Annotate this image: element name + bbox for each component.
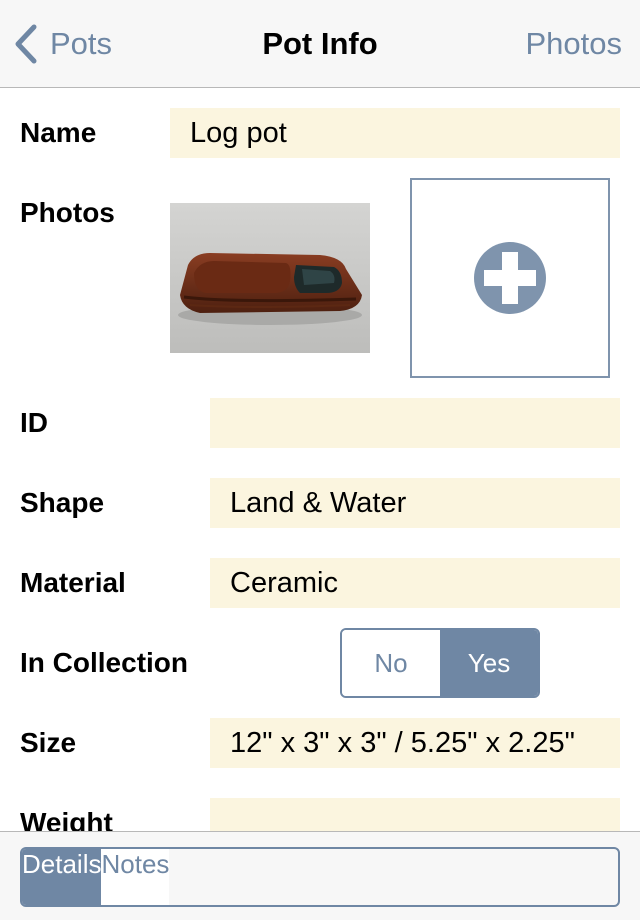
tab-details[interactable]: Details: [22, 849, 102, 905]
pot-details-form: Name Log pot Photos ID Shape Land & Wate…: [0, 89, 640, 831]
weight-field[interactable]: [210, 798, 620, 831]
back-button[interactable]: Pots: [14, 22, 112, 66]
tab-notes[interactable]: Notes: [101, 849, 170, 905]
in-collection-yes-option[interactable]: Yes: [440, 630, 538, 696]
in-collection-toggle: No Yes: [340, 628, 540, 698]
bottom-toolbar: Details Notes: [0, 831, 640, 920]
details-notes-segmented-control: Details Notes: [20, 847, 620, 907]
photos-button[interactable]: Photos: [525, 22, 622, 66]
id-label: ID: [20, 407, 48, 438]
add-photo-button[interactable]: [410, 178, 610, 378]
shape-label: Shape: [20, 487, 105, 518]
in-collection-label: In Collection: [20, 647, 188, 678]
weight-label: Weight: [20, 807, 113, 831]
pot-photo-image: [170, 203, 370, 353]
name-field[interactable]: Log pot: [170, 108, 620, 158]
in-collection-no-option[interactable]: No: [342, 630, 440, 696]
back-button-label: Pots: [50, 26, 113, 61]
name-label: Name: [20, 117, 97, 148]
navigation-bar: Pots Pot Info Photos: [0, 0, 640, 88]
id-field[interactable]: [210, 398, 620, 448]
plus-circle-icon: [474, 242, 546, 314]
chevron-left-icon: [15, 24, 37, 64]
material-field[interactable]: Ceramic: [210, 558, 620, 608]
photos-label: Photos: [20, 197, 115, 228]
material-label: Material: [20, 567, 126, 598]
shape-field[interactable]: Land & Water: [210, 478, 620, 528]
size-field[interactable]: 12" x 3" x 3" / 5.25" x 2.25": [210, 718, 620, 768]
pot-photo-thumbnail[interactable]: [170, 203, 370, 353]
size-label: Size: [20, 727, 77, 758]
